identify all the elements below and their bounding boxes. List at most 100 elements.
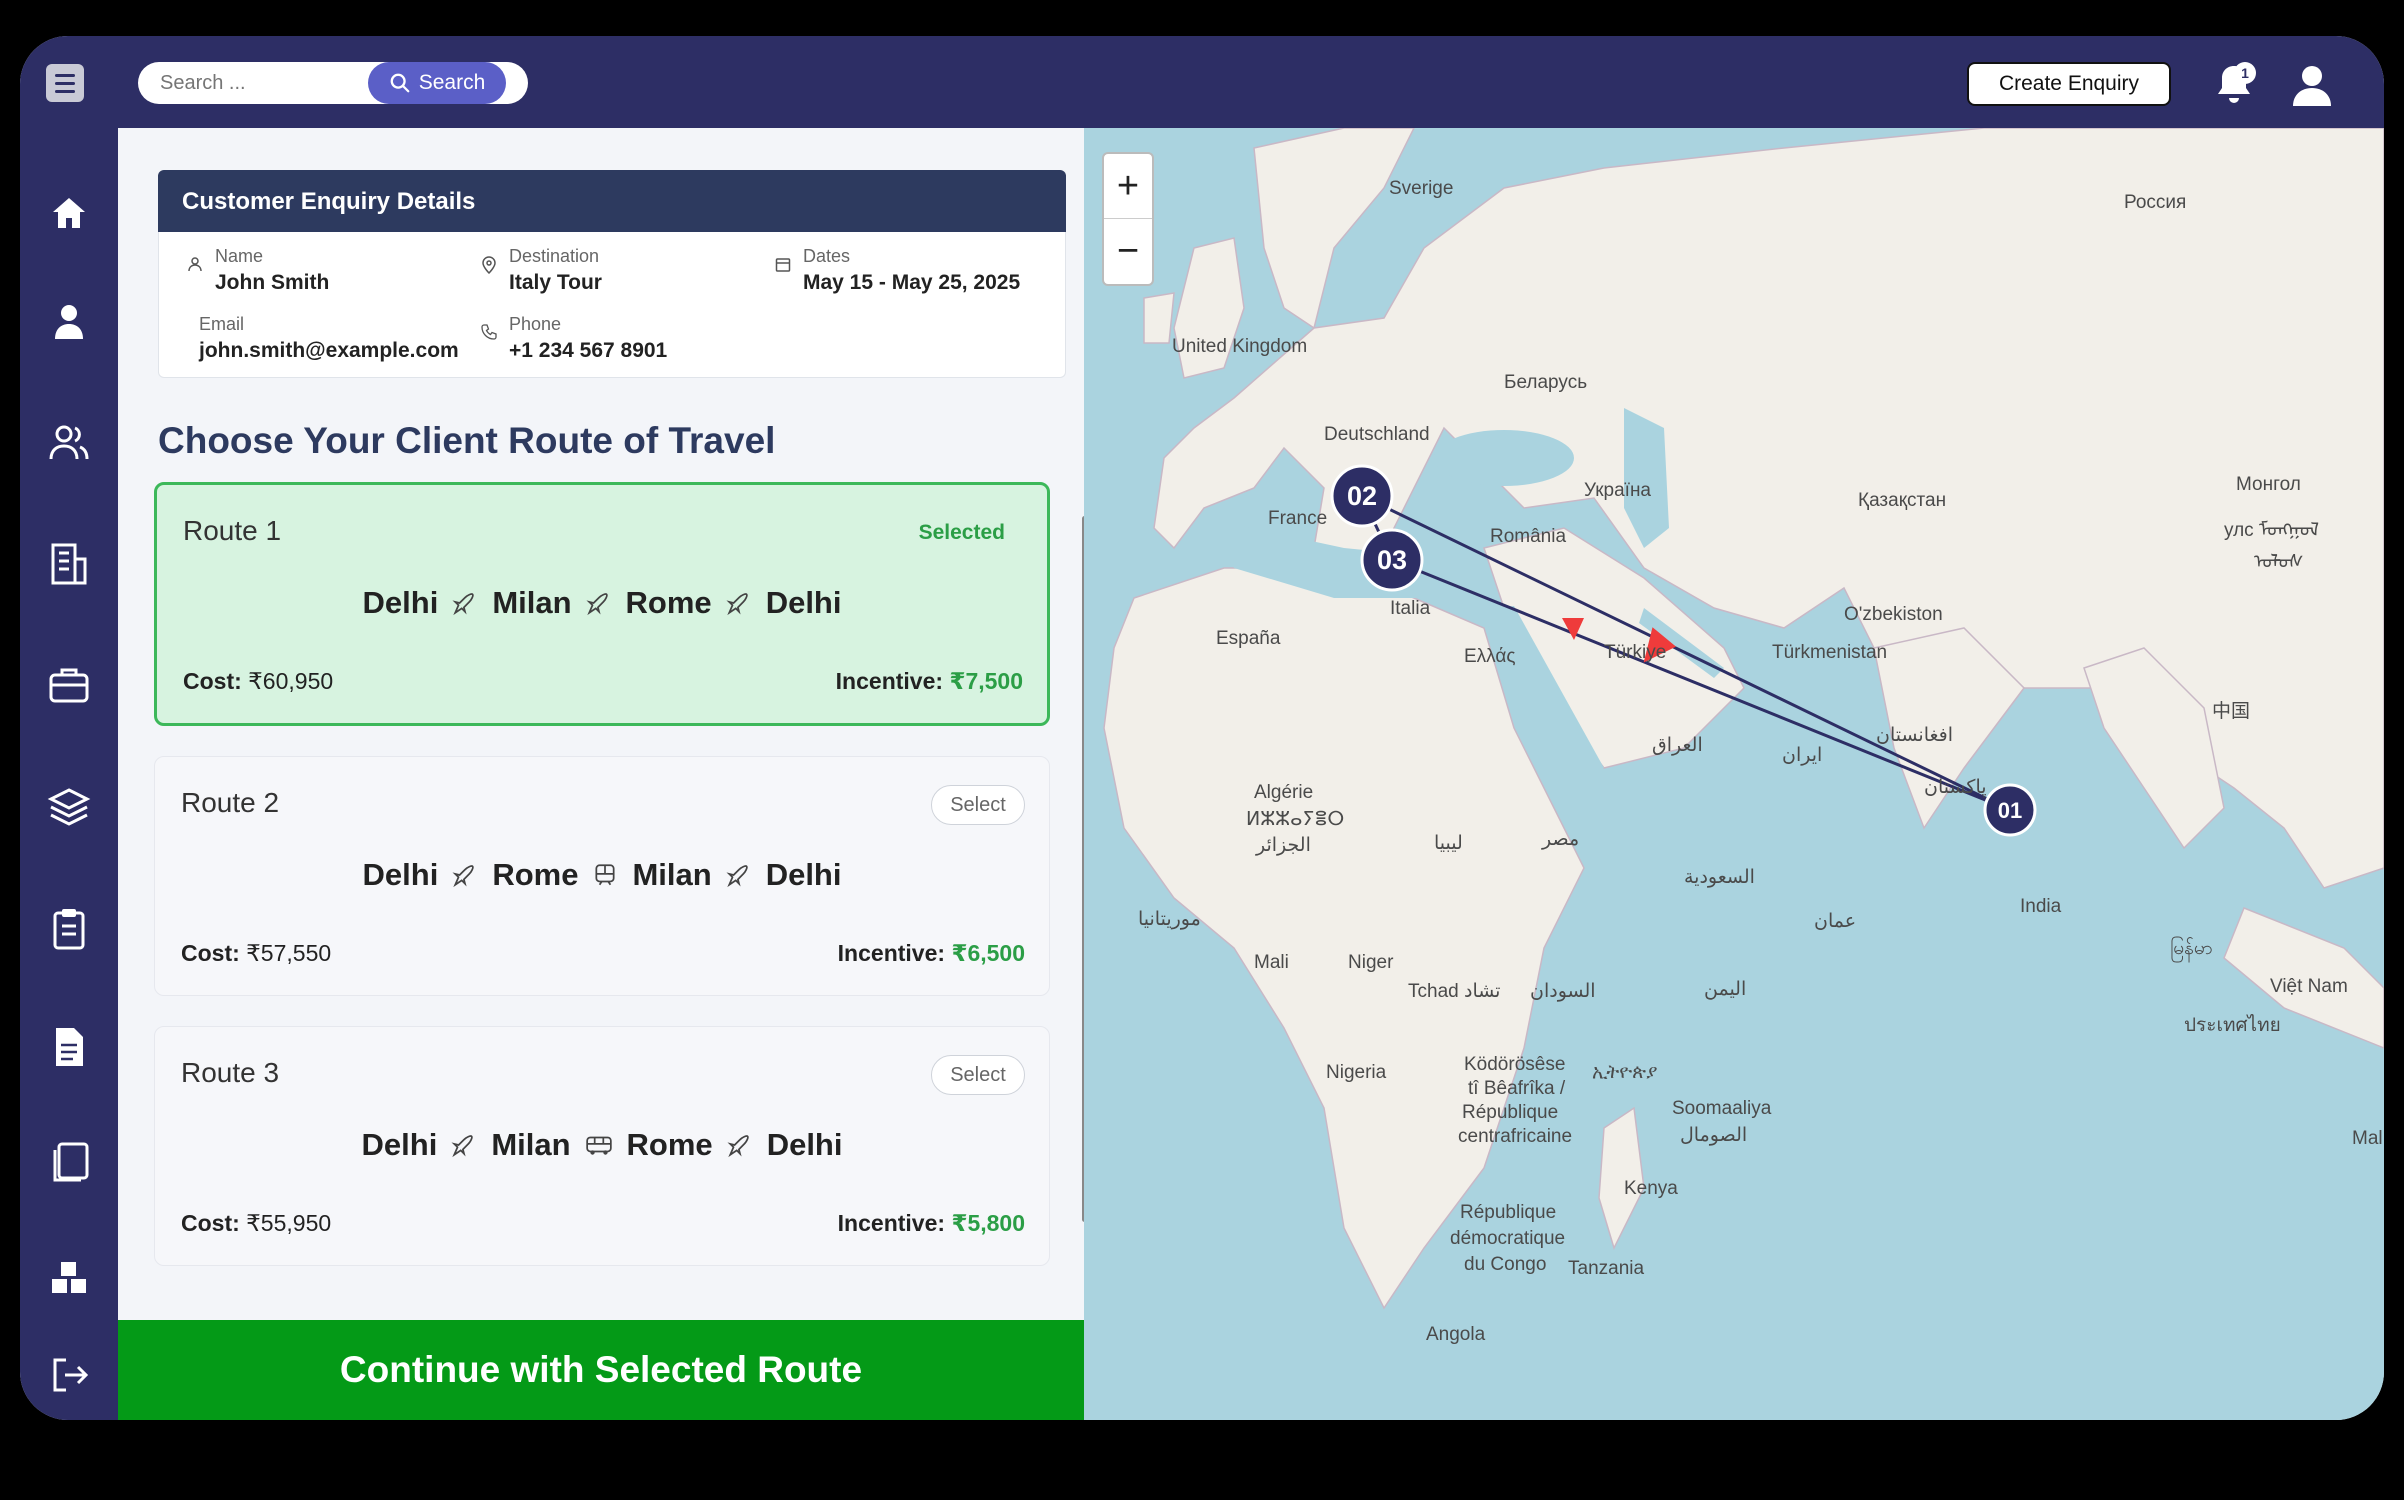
email-label: Email	[199, 314, 245, 334]
bus-icon	[585, 1136, 612, 1155]
route-panel: Customer Enquiry Details Name John Smith…	[118, 128, 1087, 1420]
stop: Delhi	[765, 585, 842, 620]
continue-button[interactable]: Continue with Selected Route	[118, 1320, 1084, 1420]
stop: Delhi	[766, 1127, 843, 1162]
hamburger-menu-icon[interactable]	[46, 64, 84, 102]
destination-value: Italy Tour	[509, 271, 602, 294]
name-field: Name John Smith	[188, 246, 329, 295]
sidebar-item-logout[interactable]	[44, 1350, 94, 1400]
copy-icon	[53, 1142, 89, 1182]
briefcase-icon	[49, 668, 89, 703]
top-bar: Search Create Enquiry 1	[20, 36, 2384, 128]
route-cost: Cost: ₹57,550	[181, 940, 331, 967]
document-icon	[56, 1028, 83, 1066]
zoom-control: + −	[1102, 152, 1154, 286]
routes-heading: Choose Your Client Route of Travel	[158, 420, 776, 461]
cost-label: Cost:	[181, 940, 240, 966]
marker-label: 03	[1377, 545, 1407, 575]
stop: Milan	[492, 585, 572, 620]
route-path: Delhi Milan Rome Delhi	[157, 585, 1047, 621]
search-button[interactable]: Search	[368, 62, 506, 104]
enquiry-card: Name John Smith Destination Italy Tour D…	[158, 232, 1066, 378]
route-name: Route 2	[181, 787, 280, 818]
dates-label: Dates	[803, 246, 851, 266]
profile-icon[interactable]	[2288, 60, 2336, 108]
cost-label: Cost:	[181, 1210, 240, 1236]
route-path: Delhi Milan Rome Delhi	[155, 1127, 1049, 1163]
create-enquiry-button[interactable]: Create Enquiry	[1967, 62, 2171, 106]
home-icon	[53, 198, 85, 228]
route-card-2[interactable]: Route 2 Select Delhi Rome Milan Delhi Co…	[154, 756, 1050, 996]
sidebar-item-bookings[interactable]	[44, 660, 94, 710]
stop: Rome	[626, 1127, 713, 1162]
plane-icon	[585, 593, 608, 616]
route-map[interactable]: Sverige Россия United Kingdom Беларусь D…	[1084, 128, 2384, 1420]
incentive-label: Incentive:	[837, 940, 946, 966]
route-markers: 01 02 03	[1330, 464, 2037, 837]
sidebar-item-customers[interactable]	[44, 418, 94, 468]
stop: Delhi	[362, 857, 439, 892]
select-route-button[interactable]: Select	[931, 785, 1025, 825]
zoom-in-button[interactable]: +	[1104, 154, 1152, 219]
sidebar-item-copies[interactable]	[44, 1138, 94, 1188]
route-path: Delhi Rome Milan Delhi	[155, 857, 1049, 893]
name-label: Name	[215, 246, 264, 266]
cost-value: ₹60,950	[248, 668, 334, 694]
marker-01[interactable]: 01	[1983, 783, 2037, 837]
sidebar-item-companies[interactable]	[44, 538, 94, 588]
phone-label: Phone	[509, 314, 562, 334]
destination-label: Destination	[509, 246, 600, 266]
phone-icon	[481, 324, 497, 340]
stop: Delhi	[362, 585, 439, 620]
cost-value: ₹55,950	[246, 1210, 332, 1236]
stop: Milan	[491, 1127, 571, 1162]
search-button-label: Search	[418, 71, 486, 94]
calendar-icon	[775, 258, 791, 272]
plane-icon	[452, 865, 475, 888]
sidebar-item-home[interactable]	[44, 188, 94, 238]
sidebar-item-documents[interactable]	[44, 1022, 94, 1072]
app-frame: Search Create Enquiry 1	[20, 36, 2384, 1420]
plane-icon	[452, 593, 475, 616]
stop: Delhi	[765, 857, 842, 892]
stop: Rome	[492, 857, 579, 892]
sidebar-item-tasks[interactable]	[44, 904, 94, 954]
incentive-label: Incentive:	[837, 1210, 946, 1236]
search-icon	[390, 73, 410, 93]
layers-icon	[47, 788, 91, 826]
route-incentive: Incentive: ₹7,500	[836, 668, 1023, 695]
email-value: john.smith@example.com	[199, 339, 459, 362]
route-card-1[interactable]: Route 1 Selected Delhi Milan Rome Delhi …	[154, 482, 1050, 726]
dates-field: Dates May 15 - May 25, 2025	[775, 246, 1021, 295]
route-incentive: Incentive: ₹5,800	[838, 1210, 1025, 1237]
phone-field: Phone +1 234 567 8901	[481, 314, 667, 363]
route-cost: Cost: ₹60,950	[183, 668, 333, 695]
dates-value: May 15 - May 25, 2025	[803, 271, 1021, 294]
person-icon	[188, 257, 202, 272]
incentive-value: ₹6,500	[951, 940, 1025, 966]
sidebar-item-inventory[interactable]	[44, 1252, 94, 1302]
incentive-value: ₹7,500	[949, 668, 1023, 694]
select-route-button[interactable]: Select	[931, 1055, 1025, 1095]
route-incentive: Incentive: ₹6,500	[838, 940, 1025, 967]
marker-03[interactable]: 03	[1360, 528, 1424, 592]
enquiry-card-title: Customer Enquiry Details	[158, 170, 1066, 232]
sidebar-item-profile[interactable]	[44, 296, 94, 346]
marker-label: 02	[1347, 481, 1377, 511]
route-card-3[interactable]: Route 3 Select Delhi Milan Rome Delhi Co…	[154, 1026, 1050, 1266]
sidebar	[20, 128, 118, 1420]
cost-label: Cost:	[183, 668, 242, 694]
sidebar-item-packages[interactable]	[44, 782, 94, 832]
search-input[interactable]	[138, 62, 374, 104]
building-icon	[51, 543, 87, 585]
users-icon	[49, 425, 89, 460]
route-name: Route 3	[181, 1057, 280, 1088]
marker-02[interactable]: 02	[1330, 464, 1394, 528]
plane-icon	[726, 865, 748, 888]
boxes-icon	[52, 1262, 86, 1293]
zoom-out-button[interactable]: −	[1104, 219, 1152, 284]
email-field: Email john.smith@example.com	[199, 314, 459, 363]
incentive-label: Incentive:	[835, 668, 944, 694]
incentive-value: ₹5,800	[951, 1210, 1025, 1236]
destination-field: Destination Italy Tour	[482, 246, 602, 295]
